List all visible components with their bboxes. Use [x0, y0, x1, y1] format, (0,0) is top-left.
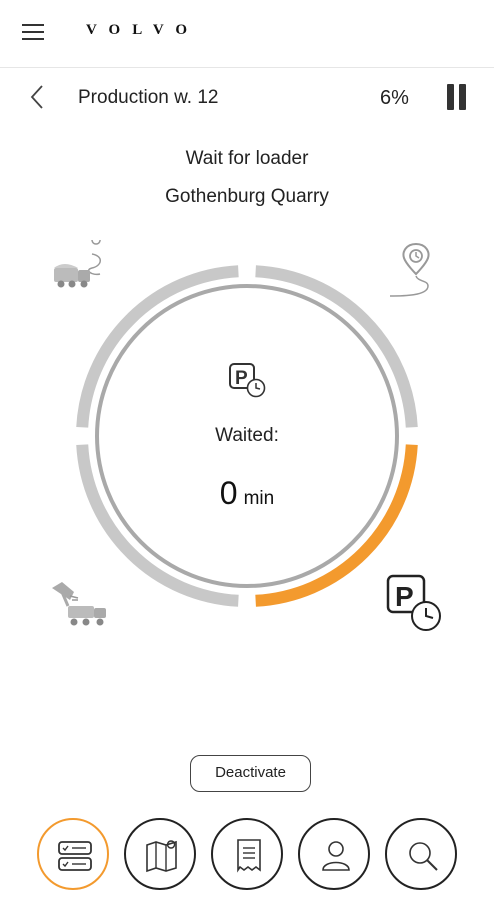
activity-status: Wait for loader	[185, 148, 309, 169]
progress-percent: 6%	[380, 87, 409, 109]
bottom-navigation	[0, 818, 494, 890]
map-icon	[146, 840, 177, 873]
nav-documents-button[interactable]	[211, 818, 283, 890]
trip-header: Production w. 12 6%	[0, 68, 494, 128]
waited-time: 0 min	[0, 475, 494, 512]
top-bar: VOLVO	[0, 0, 494, 68]
parking-clock-icon: P	[386, 574, 446, 639]
svg-text:P: P	[235, 368, 248, 389]
pause-button[interactable]	[446, 84, 468, 110]
nav-profile-button[interactable]	[298, 818, 370, 890]
document-icon	[237, 839, 261, 873]
waited-label: Waited:	[215, 425, 279, 446]
svg-text:P: P	[395, 581, 414, 612]
parking-clock-icon: P	[228, 362, 268, 403]
person-icon	[322, 841, 350, 871]
nav-tasks-button[interactable]	[37, 818, 109, 890]
loader-truck-icon	[48, 578, 110, 635]
hamburger-menu-icon[interactable]	[22, 24, 46, 44]
volvo-logo: VOLVO	[86, 22, 200, 38]
page-title: Production w. 12	[78, 87, 219, 108]
location-pin-route-icon	[388, 240, 438, 305]
location-name: Gothenburg Quarry	[165, 186, 329, 207]
waited-value: 0	[219, 475, 238, 511]
nav-map-button[interactable]	[124, 818, 196, 890]
task-list-icon	[58, 841, 92, 871]
truck-route-icon	[52, 235, 110, 297]
nav-search-button[interactable]	[385, 818, 457, 890]
waited-unit: min	[243, 488, 275, 509]
deactivate-button[interactable]: Deactivate	[190, 755, 311, 792]
back-chevron-icon[interactable]	[26, 82, 50, 112]
search-icon	[409, 842, 438, 871]
